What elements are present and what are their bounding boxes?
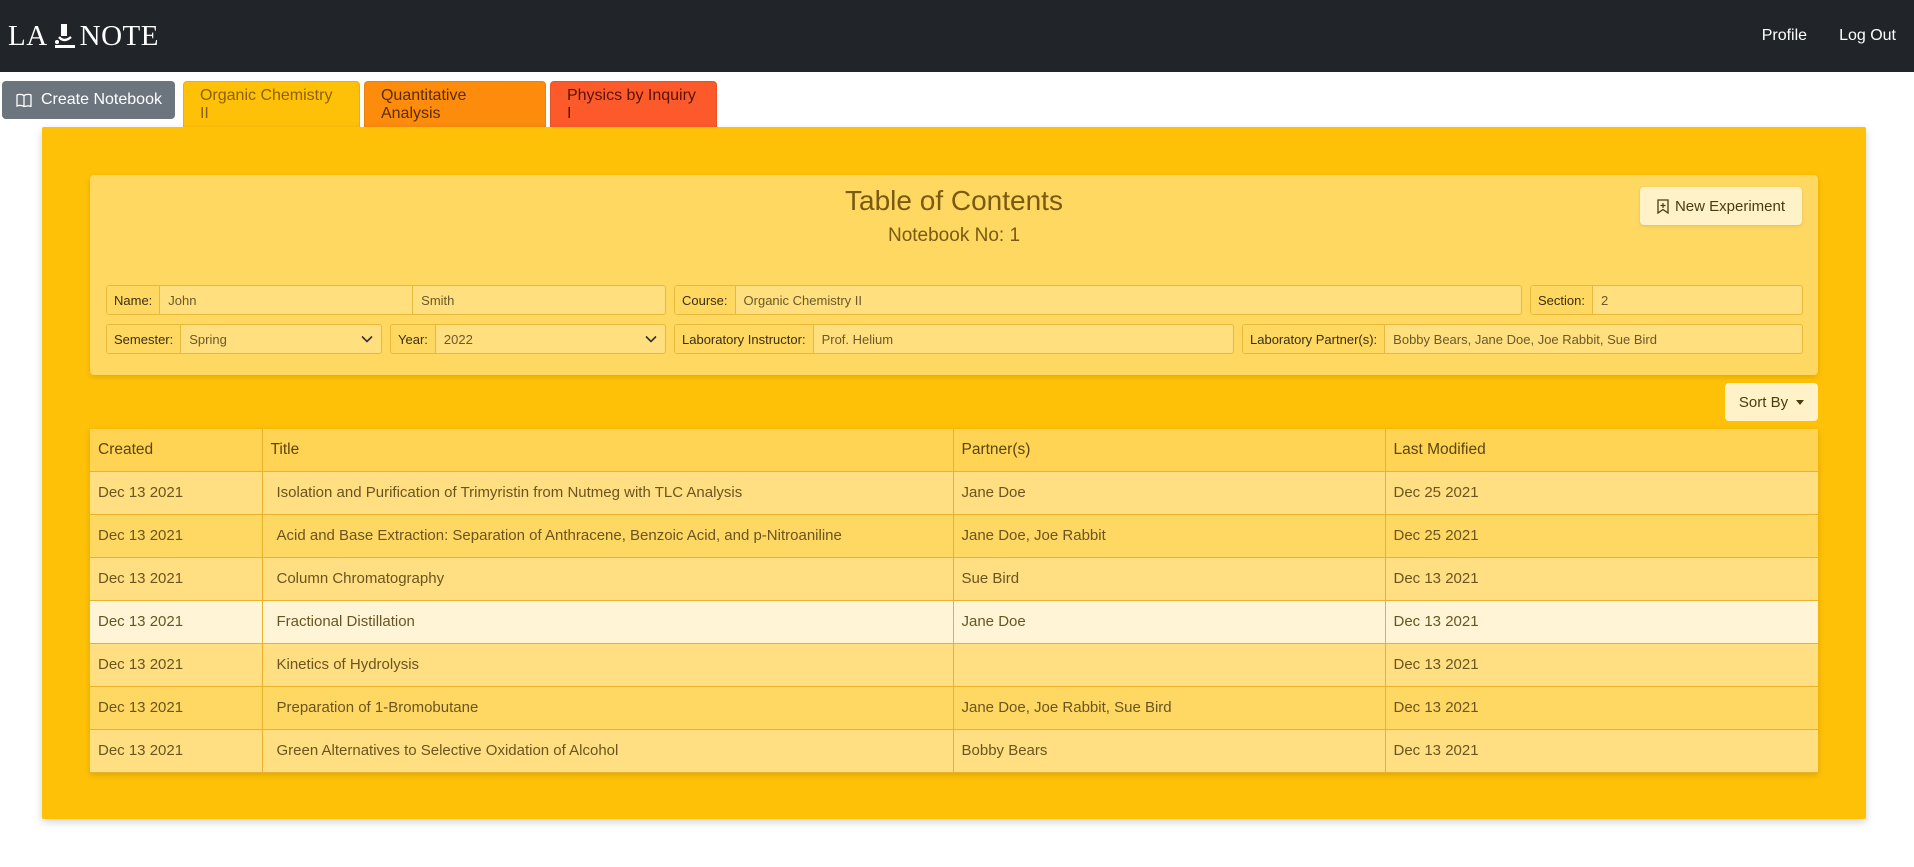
year-field-group: Year: 2022 (390, 324, 666, 354)
course-field-group: Course: Organic Chemistry II (674, 285, 1522, 315)
cell-partners: Jane Doe (953, 471, 1386, 515)
tab-quantitative-analysis[interactable]: Quantitative Analysis (363, 81, 546, 127)
table-row[interactable]: Dec 13 2021 Preparation of 1-Bromobutane… (90, 686, 1818, 730)
col-last-modified[interactable]: Last Modified (1385, 429, 1818, 472)
cell-title[interactable]: Isolation and Purification of Trimyristi… (262, 471, 954, 515)
cell-partners: Jane Doe (953, 600, 1386, 644)
cell-title[interactable]: Green Alternatives to Selective Oxidatio… (262, 729, 954, 773)
partners-field-group: Laboratory Partner(s): Bobby Bears, Jane… (1242, 324, 1803, 354)
cell-created: Dec 13 2021 (90, 514, 263, 558)
table-row[interactable]: Dec 13 2021 Acid and Base Extraction: Se… (90, 514, 1818, 558)
year-label: Year: (391, 325, 436, 353)
notebook-tabs: Create Notebook Organic Chemistry II Qua… (2, 81, 721, 127)
chevron-down-icon (361, 335, 373, 343)
cell-title[interactable]: Kinetics of Hydrolysis (262, 643, 954, 687)
partners-input[interactable]: Bobby Bears, Jane Doe, Joe Rabbit, Sue B… (1385, 325, 1802, 353)
caret-down-icon (1796, 399, 1805, 405)
partners-label: Laboratory Partner(s): (1243, 325, 1386, 353)
experiments-table: Created Title Partner(s) Last Modified D… (90, 429, 1818, 773)
microscope-icon (54, 24, 75, 48)
notebook-panel: Table of Contents Notebook No: 1 New Exp… (42, 127, 1866, 819)
cell-partners: Sue Bird (953, 557, 1386, 601)
new-experiment-button[interactable]: New Experiment (1640, 187, 1802, 225)
section-field-group: Section: 2 (1530, 285, 1803, 315)
notebook-number: Notebook No: 1 (887, 225, 1021, 246)
cell-modified: Dec 13 2021 (1385, 643, 1818, 687)
cell-modified: Dec 13 2021 (1385, 557, 1818, 601)
cell-created: Dec 13 2021 (90, 643, 263, 687)
semester-field-group: Semester: Spring (106, 324, 382, 354)
last-name-input[interactable]: Smith (412, 286, 665, 314)
name-field-group: Name: John Smith (106, 285, 666, 315)
table-row[interactable]: Dec 13 2021 Kinetics of Hydrolysis Dec 1… (90, 643, 1818, 687)
section-input[interactable]: 2 (1593, 286, 1802, 314)
sort-by-label: Sort By (1738, 393, 1789, 411)
table-row[interactable]: Dec 13 2021 Green Alternatives to Select… (90, 729, 1818, 773)
cell-created: Dec 13 2021 (90, 557, 263, 601)
table-row[interactable]: Dec 13 2021 Column Chromatography Sue Bi… (90, 557, 1818, 601)
cell-modified: Dec 25 2021 (1385, 514, 1818, 558)
section-label: Section: (1531, 286, 1593, 314)
instructor-field-group: Laboratory Instructor: Prof. Helium (674, 324, 1234, 354)
cell-title[interactable]: Acid and Base Extraction: Separation of … (262, 514, 954, 558)
cell-created: Dec 13 2021 (90, 686, 263, 730)
chevron-down-icon (645, 335, 657, 343)
cell-title[interactable]: Fractional Distillation (262, 600, 954, 644)
first-name-input[interactable]: John (160, 286, 412, 314)
bookmark-plus-icon (1657, 198, 1669, 214)
cell-modified: Dec 13 2021 (1385, 686, 1818, 730)
toc-header-card: Table of Contents Notebook No: 1 New Exp… (90, 175, 1818, 375)
semester-select[interactable]: Spring (181, 325, 381, 353)
table-row-hovered[interactable]: Dec 13 2021 Fractional Distillation Jane… (90, 600, 1818, 644)
cell-created: Dec 13 2021 (90, 729, 263, 773)
cell-partners: Jane Doe, Joe Rabbit (953, 514, 1386, 558)
year-value: 2022 (443, 331, 473, 347)
cell-partners: Bobby Bears (953, 729, 1386, 773)
top-navbar: LA NOTE Profile Log Out (0, 0, 1914, 72)
sort-by-dropdown[interactable]: Sort By (1725, 383, 1818, 421)
toc-title: Table of Contents (845, 185, 1063, 216)
col-partners[interactable]: Partner(s) (953, 429, 1386, 472)
cell-partners (953, 643, 1386, 687)
table-row[interactable]: Dec 13 2021 Isolation and Purification o… (90, 471, 1818, 515)
course-input[interactable]: Organic Chemistry II (736, 286, 1521, 314)
cell-modified: Dec 25 2021 (1385, 471, 1818, 515)
cell-title[interactable]: Column Chromatography (262, 557, 954, 601)
instructor-label: Laboratory Instructor: (675, 325, 814, 353)
semester-value: Spring (189, 331, 227, 347)
cell-title[interactable]: Preparation of 1-Bromobutane (262, 686, 954, 730)
col-title[interactable]: Title (262, 429, 954, 472)
logout-link[interactable]: Log Out (1839, 27, 1896, 45)
create-notebook-label: Create Notebook (41, 91, 162, 108)
semester-label: Semester: (107, 325, 182, 353)
profile-link[interactable]: Profile (1762, 27, 1807, 45)
tab-physics-by-inquiry-i[interactable]: Physics by Inquiry I (549, 81, 717, 127)
instructor-input[interactable]: Prof. Helium (814, 325, 1233, 353)
name-label: Name: (107, 286, 161, 314)
cell-created: Dec 13 2021 (90, 600, 263, 644)
brand-logo[interactable]: LA NOTE (8, 20, 159, 53)
course-label: Course: (675, 286, 736, 314)
new-experiment-label: New Experiment (1674, 197, 1786, 215)
year-select[interactable]: 2022 (436, 325, 665, 353)
brand-text-left: LA (8, 19, 48, 52)
cell-modified: Dec 13 2021 (1385, 729, 1818, 773)
table-header-row: Created Title Partner(s) Last Modified (90, 429, 1818, 472)
cell-modified: Dec 13 2021 (1385, 600, 1818, 644)
brand-text-right: NOTE (79, 19, 159, 52)
book-icon (16, 93, 32, 107)
cell-partners: Jane Doe, Joe Rabbit, Sue Bird (953, 686, 1386, 730)
cell-created: Dec 13 2021 (90, 471, 263, 515)
col-created[interactable]: Created (90, 429, 263, 472)
tab-organic-chemistry-ii[interactable]: Organic Chemistry II (182, 81, 360, 127)
create-notebook-button[interactable]: Create Notebook (2, 81, 175, 119)
